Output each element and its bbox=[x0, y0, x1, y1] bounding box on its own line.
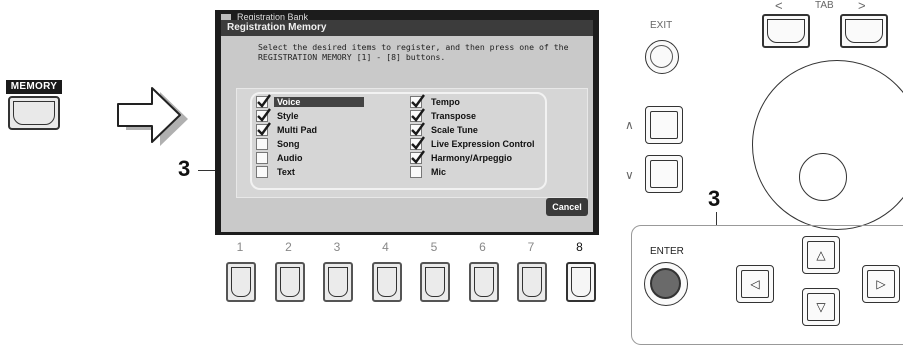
registration-memory-button-3[interactable] bbox=[323, 262, 353, 302]
data-dial[interactable] bbox=[752, 60, 903, 230]
option-label: Text bbox=[277, 167, 295, 177]
cancel-button[interactable]: Cancel bbox=[546, 198, 588, 216]
dpad-up-button[interactable]: △ bbox=[802, 236, 840, 274]
checkbox-empty-icon[interactable] bbox=[256, 166, 268, 178]
option-label: Transpose bbox=[431, 111, 477, 121]
option-label: Scale Tune bbox=[431, 125, 478, 135]
checkbox-checked-icon[interactable] bbox=[410, 122, 425, 136]
option-scale-tune[interactable]: Scale Tune bbox=[410, 122, 560, 137]
instruction-line-2: REGISTRATION MEMORY [1] - [8] buttons. bbox=[258, 52, 446, 62]
option-label: Live Expression Control bbox=[431, 139, 535, 149]
down-button[interactable] bbox=[645, 155, 683, 193]
tab-right-button[interactable] bbox=[840, 14, 888, 48]
option-live-expression-control[interactable]: Live Expression Control bbox=[410, 136, 560, 151]
registration-number-8: 8 bbox=[576, 240, 583, 254]
checkbox-checked-icon[interactable] bbox=[410, 136, 425, 150]
option-mic[interactable]: Mic bbox=[410, 165, 560, 179]
tab-left-button[interactable] bbox=[762, 14, 810, 48]
registration-memory-button-4[interactable] bbox=[371, 262, 402, 302]
option-label: Harmony/Arpeggio bbox=[431, 153, 513, 163]
dpad-down-button[interactable]: ▽ bbox=[802, 288, 840, 326]
registration-number-1: 1 bbox=[236, 240, 244, 254]
arrow-right-icon bbox=[117, 87, 188, 146]
option-label: Mic bbox=[431, 167, 447, 177]
options-left-column: Voice Style Multi Pad Song Audio Text bbox=[256, 94, 406, 179]
registration-memory-button-2[interactable] bbox=[274, 262, 305, 302]
registration-memory-button-5[interactable] bbox=[420, 262, 450, 302]
option-tempo[interactable]: Tempo bbox=[410, 94, 560, 109]
registration-number-4: 4 bbox=[382, 240, 389, 254]
exit-button[interactable] bbox=[645, 40, 679, 74]
instruction-line-1: Select the desired items to register, an… bbox=[258, 42, 569, 52]
option-harmony-arpeggio[interactable]: Harmony/Arpeggio bbox=[410, 150, 560, 165]
registration-number-3: 3 bbox=[333, 240, 341, 254]
tab-right-label: > bbox=[858, 0, 866, 13]
registration-number-5: 5 bbox=[430, 240, 438, 254]
registration-number-6: 6 bbox=[479, 240, 486, 254]
down-label: ∨ bbox=[625, 168, 634, 182]
option-label: Style bbox=[277, 111, 299, 121]
step-callout-right: 3 bbox=[708, 186, 721, 211]
option-label: Voice bbox=[274, 97, 364, 107]
checkbox-empty-icon[interactable] bbox=[256, 152, 268, 164]
registration-memory-button-8[interactable] bbox=[565, 262, 596, 302]
checkbox-checked-icon[interactable] bbox=[410, 94, 425, 108]
option-label: Song bbox=[277, 139, 300, 149]
dpad-right-button[interactable]: ▷ bbox=[862, 265, 900, 303]
enter-button[interactable] bbox=[644, 262, 688, 306]
registration-number-2: 2 bbox=[285, 240, 292, 254]
registration-memory-button-6[interactable] bbox=[468, 262, 499, 302]
instruction-text: Select the desired items to register, an… bbox=[258, 42, 578, 62]
checkbox-empty-icon[interactable] bbox=[256, 138, 268, 150]
checkbox-checked-icon[interactable] bbox=[410, 150, 425, 164]
step-callout-left: 3 bbox=[178, 156, 191, 181]
option-multi-pad[interactable]: Multi Pad bbox=[256, 122, 406, 137]
callout-leader-line bbox=[716, 212, 717, 226]
dialog-title: Registration Memory bbox=[221, 20, 593, 36]
button-face bbox=[13, 101, 55, 125]
dpad-left-button[interactable]: ◁ bbox=[736, 265, 774, 303]
checkbox-empty-icon[interactable] bbox=[410, 166, 422, 178]
registration-number-7: 7 bbox=[527, 240, 535, 254]
tab-label: TAB bbox=[815, 0, 834, 11]
up-button[interactable] bbox=[645, 106, 683, 144]
dial-knob bbox=[799, 153, 847, 201]
option-voice[interactable]: Voice bbox=[256, 94, 406, 109]
exit-label: EXIT bbox=[650, 20, 673, 31]
registration-memory-button-7[interactable] bbox=[517, 262, 547, 302]
option-label: Tempo bbox=[431, 97, 460, 107]
option-text[interactable]: Text bbox=[256, 165, 406, 179]
checkbox-checked-icon[interactable] bbox=[256, 122, 271, 136]
checkbox-checked-icon[interactable] bbox=[256, 108, 271, 122]
option-label: Audio bbox=[277, 153, 303, 163]
memory-label: MEMORY bbox=[6, 80, 62, 94]
option-transpose[interactable]: Transpose bbox=[410, 108, 560, 123]
options-right-column: Tempo Transpose Scale Tune Live Expression … bbox=[410, 94, 560, 179]
option-label: Multi Pad bbox=[277, 125, 317, 135]
tab-left-label: < bbox=[775, 0, 783, 13]
checkbox-checked-icon[interactable] bbox=[256, 94, 271, 108]
option-style[interactable]: Style bbox=[256, 108, 406, 123]
up-label: ∧ bbox=[625, 118, 634, 132]
registration-memory-button-1[interactable] bbox=[226, 262, 256, 302]
option-song[interactable]: Song bbox=[256, 137, 406, 151]
enter-label: ENTER bbox=[650, 246, 684, 257]
checkbox-checked-icon[interactable] bbox=[410, 108, 425, 122]
memory-button[interactable] bbox=[8, 96, 60, 130]
option-audio[interactable]: Audio bbox=[256, 151, 406, 165]
